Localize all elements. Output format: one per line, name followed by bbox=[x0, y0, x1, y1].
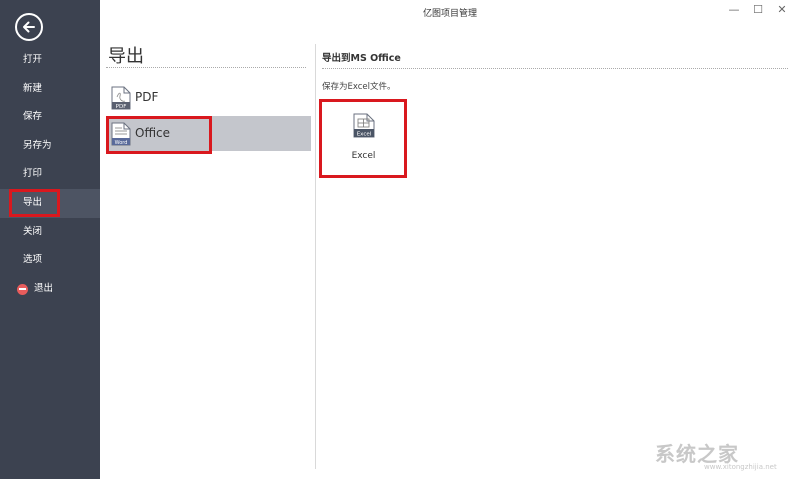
sidebar-item-close[interactable]: 关闭 bbox=[0, 218, 100, 247]
sidebar-item-label: 新建 bbox=[23, 82, 43, 94]
sidebar: 打开 新建 保存 另存为 打印 导出 关闭 选项 退出 bbox=[0, 0, 100, 479]
section-description: 保存为Excel文件。 bbox=[322, 82, 396, 92]
sidebar-item-options[interactable]: 选项 bbox=[0, 246, 100, 275]
page-title: 导出 bbox=[108, 46, 144, 67]
sidebar-item-label: 打开 bbox=[23, 54, 43, 65]
sidebar-item-label: 关闭 bbox=[23, 225, 43, 237]
sidebar-item-new[interactable]: 新建 bbox=[0, 75, 100, 104]
export-option-label: PDF bbox=[135, 90, 159, 104]
panel-divider bbox=[315, 44, 316, 469]
maximize-button[interactable]: ☐ bbox=[751, 3, 765, 17]
back-arrow-icon bbox=[23, 21, 35, 33]
sidebar-item-label: 保存 bbox=[23, 111, 43, 123]
sidebar-item-open[interactable]: 打开 bbox=[0, 46, 100, 75]
window-title: 亿图项目管理 bbox=[422, 9, 477, 19]
section-title: 导出到MS Office bbox=[322, 53, 401, 64]
sidebar-item-label: 退出 bbox=[34, 282, 54, 294]
pdf-icon: PDF bbox=[111, 86, 131, 110]
highlight-office-option bbox=[106, 116, 212, 154]
sidebar-item-save[interactable]: 保存 bbox=[0, 103, 100, 132]
title-bar: 亿图项目管理 — ☐ ✕ bbox=[100, 0, 800, 22]
exit-icon bbox=[17, 283, 28, 295]
sidebar-item-save-as[interactable]: 另存为 bbox=[0, 132, 100, 161]
highlight-excel-card bbox=[319, 99, 407, 178]
close-button[interactable]: ✕ bbox=[775, 3, 789, 17]
sidebar-item-label: 选项 bbox=[23, 254, 43, 266]
sidebar-menu: 打开 新建 保存 另存为 打印 导出 关闭 选项 退出 bbox=[0, 46, 100, 303]
watermark-url: www.xitongzhijia.net bbox=[704, 463, 777, 471]
back-button[interactable] bbox=[15, 13, 43, 41]
sidebar-item-print[interactable]: 打印 bbox=[0, 160, 100, 189]
sidebar-item-label: 另存为 bbox=[23, 139, 52, 151]
minimize-button[interactable]: — bbox=[727, 3, 741, 17]
divider bbox=[322, 68, 788, 69]
sidebar-item-exit[interactable]: 退出 bbox=[0, 275, 100, 304]
export-option-pdf[interactable]: PDF PDF bbox=[107, 80, 311, 115]
sidebar-item-label: 打印 bbox=[23, 168, 43, 180]
divider bbox=[106, 67, 306, 68]
highlight-export-menu bbox=[9, 189, 60, 217]
svg-text:PDF: PDF bbox=[116, 104, 127, 110]
